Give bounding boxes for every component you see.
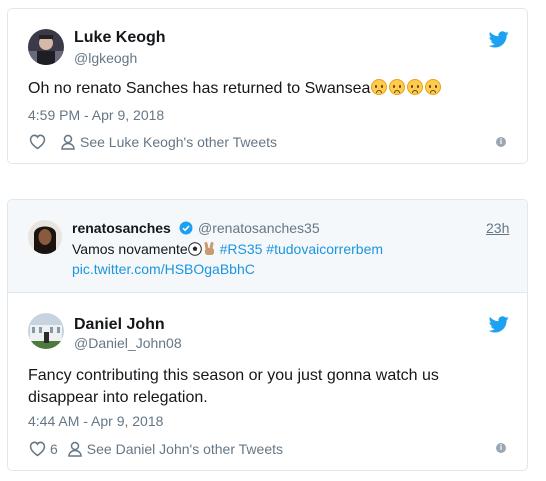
heart-icon[interactable] [28, 133, 47, 150]
see-other-tweets-link[interactable]: See Daniel John's other Tweets [87, 441, 283, 457]
info-icon[interactable]: i [496, 137, 506, 147]
quoted-tweet-age[interactable]: 23h [486, 220, 509, 236]
quoted-tweet-text: Vamos novamente #RS35 #tudovaicorrerbem [72, 239, 383, 259]
author-handle[interactable]: @Daniel_John08 [74, 335, 182, 351]
quoted-author-avatar[interactable] [28, 220, 62, 254]
victory-hand-icon [204, 242, 214, 255]
tweet-actions: See Luke Keogh's other Tweets [28, 133, 277, 150]
quoted-author-handle[interactable]: @renatosanches35 [198, 220, 320, 236]
author-avatar[interactable] [28, 313, 64, 349]
tweet-text: Fancy contributing this season or you ju… [28, 367, 439, 406]
quoted-hashtags[interactable]: #RS35 #tudovaicorrerbem [220, 241, 383, 257]
embedded-tweet-daniel-john: renatosanches @renatosanches35 23h Vamos… [7, 199, 528, 471]
tweet-actions: 6 See Daniel John's other Tweets [28, 440, 283, 457]
twitter-bird-icon[interactable] [489, 316, 509, 333]
quoted-text-body: Vamos novamente [72, 241, 188, 257]
worried-face-icon [371, 79, 443, 97]
tweet-timestamp[interactable]: 4:44 AM - Apr 9, 2018 [28, 413, 163, 429]
author-name[interactable]: Daniel John [74, 316, 165, 334]
tweet-timestamp[interactable]: 4:59 PM - Apr 9, 2018 [28, 107, 164, 123]
see-other-tweets-link[interactable]: See Luke Keogh's other Tweets [80, 134, 277, 150]
author-name[interactable]: Luke Keogh [74, 29, 166, 47]
person-icon [68, 441, 82, 457]
quoted-author-name[interactable]: renatosanches [72, 220, 171, 236]
verified-icon [179, 221, 193, 235]
soccer-ball-icon [187, 242, 202, 256]
tweet-text-body: Oh no renato Sanches has returned to Swa… [28, 80, 371, 97]
twitter-bird-icon[interactable] [489, 31, 509, 48]
quoted-tweet[interactable]: renatosanches @renatosanches35 23h Vamos… [8, 200, 527, 293]
author-avatar[interactable] [28, 29, 64, 65]
author-handle[interactable]: @lgkeogh [74, 50, 137, 66]
quoted-media-link[interactable]: pic.twitter.com/HSBOgaBbhC [72, 259, 255, 279]
heart-icon[interactable] [28, 440, 47, 457]
embedded-tweet-luke-keogh: Luke Keogh @lgkeogh Oh no renato Sanches… [7, 8, 528, 164]
like-count[interactable]: 6 [50, 441, 58, 457]
tweet-text: Oh no renato Sanches has returned to Swa… [28, 78, 443, 100]
info-icon[interactable]: i [496, 443, 506, 453]
person-icon [61, 134, 75, 150]
